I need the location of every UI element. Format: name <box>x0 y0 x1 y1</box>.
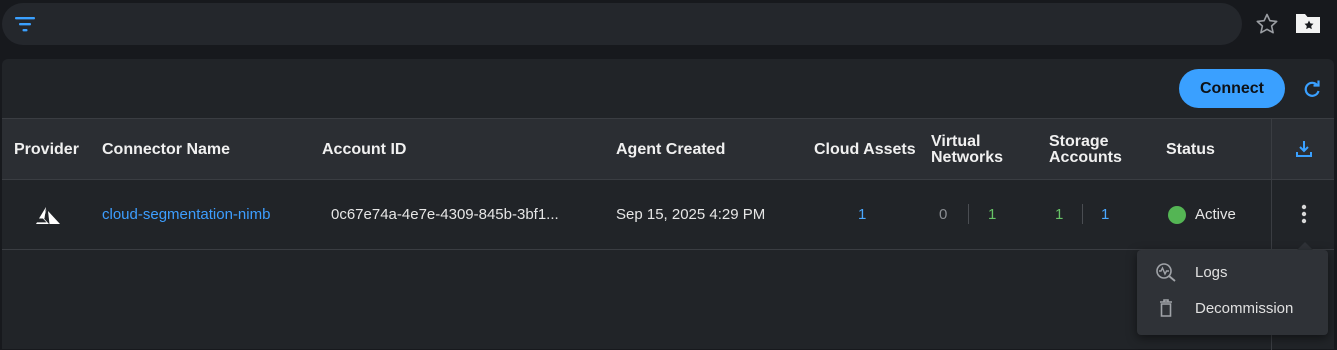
menu-item-decommission[interactable]: Decommission <box>1137 290 1328 326</box>
storage-accounts-line1: Storage <box>1049 133 1109 150</box>
filter-icon[interactable] <box>14 15 36 33</box>
connect-button[interactable]: Connect <box>1179 69 1285 108</box>
status-indicator <box>1168 206 1186 224</box>
trash-icon <box>1160 299 1172 317</box>
storage-accounts-line2: Accounts <box>1049 149 1122 166</box>
table-header: Provider Connector Name Account ID Agent… <box>2 118 1334 180</box>
cloud-assets-count[interactable]: 1 <box>858 207 866 223</box>
virtual-networks-divider <box>968 204 969 224</box>
status-label: Active <box>1195 207 1236 223</box>
menu-item-label: Decommission <box>1195 300 1294 317</box>
table-row[interactable]: cloud-segmentation-nimb 0c67e74a-4e7e-43… <box>2 180 1334 250</box>
connectors-panel: Connect Provider Connector Name Account … <box>2 59 1334 350</box>
column-header-storage-accounts[interactable]: Storage Accounts <box>1049 134 1122 166</box>
filter-bar[interactable] <box>2 3 1242 45</box>
column-header-account-id[interactable]: Account ID <box>322 142 406 158</box>
row-actions-menu: Logs Decommission <box>1137 250 1328 335</box>
column-header-provider[interactable]: Provider <box>14 142 79 158</box>
column-header-connector-name[interactable]: Connector Name <box>102 142 230 158</box>
column-header-cloud-assets[interactable]: Cloud Assets <box>814 142 916 158</box>
column-header-status[interactable]: Status <box>1166 142 1215 158</box>
agent-created: Sep 15, 2025 4:29 PM <box>616 207 766 223</box>
virtual-networks-line2: Networks <box>931 149 1004 166</box>
storage-accounts-count-b[interactable]: 1 <box>1101 207 1109 223</box>
logs-icon <box>1156 263 1176 282</box>
menu-item-logs[interactable]: Logs <box>1137 254 1328 290</box>
folder-star-icon[interactable] <box>1294 10 1322 36</box>
column-header-virtual-networks[interactable]: Virtual Networks <box>931 134 1003 166</box>
virtual-networks-count-b[interactable]: 1 <box>988 207 996 223</box>
storage-accounts-count-a[interactable]: 1 <box>1055 207 1063 223</box>
menu-caret <box>1297 242 1313 250</box>
more-options-icon[interactable] <box>1296 202 1312 226</box>
account-id: 0c67e74a-4e7e-4309-845b-3bf1... <box>331 207 559 223</box>
storage-accounts-divider <box>1082 204 1083 224</box>
virtual-networks-line1: Virtual <box>931 133 981 150</box>
download-icon[interactable] <box>1294 139 1314 159</box>
menu-item-label: Logs <box>1195 264 1228 281</box>
star-icon[interactable] <box>1254 12 1280 36</box>
connector-name-link[interactable]: cloud-segmentation-nimb <box>102 207 311 223</box>
virtual-networks-count-a: 0 <box>939 207 948 223</box>
refresh-icon[interactable] <box>1302 79 1322 99</box>
azure-icon <box>36 207 60 224</box>
column-header-agent-created[interactable]: Agent Created <box>616 142 725 158</box>
